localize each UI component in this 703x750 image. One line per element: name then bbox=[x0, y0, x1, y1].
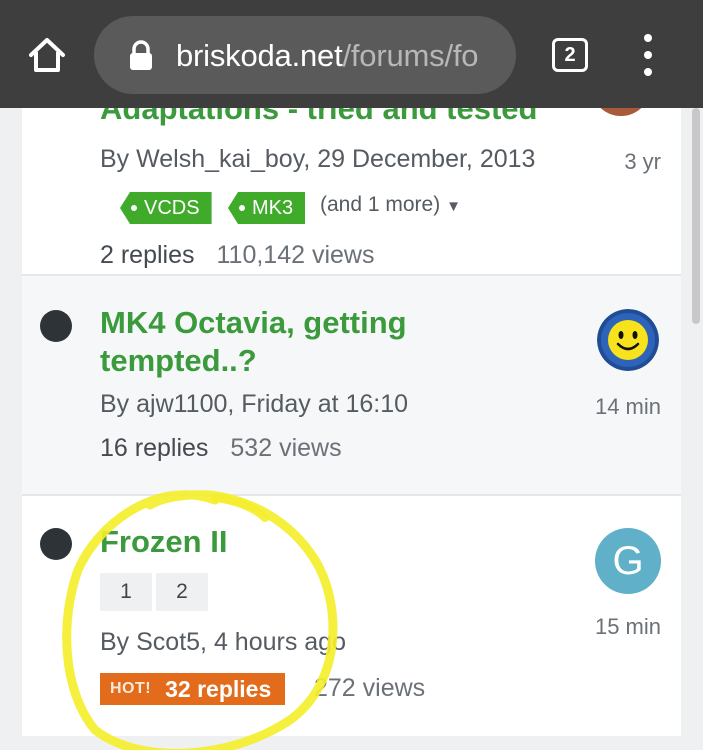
home-button[interactable] bbox=[22, 30, 72, 80]
page-link-1[interactable]: 1 bbox=[100, 573, 152, 611]
views-count: 532 views bbox=[230, 434, 342, 462]
views-count: 110,142 views bbox=[216, 241, 375, 269]
smiley-icon bbox=[597, 309, 659, 371]
tag-mk3[interactable]: MK3 bbox=[228, 192, 306, 224]
browser-toolbar: briskoda.net/forums/fo 2 bbox=[0, 0, 703, 108]
address-bar[interactable]: briskoda.net/forums/fo bbox=[94, 16, 516, 94]
topic-stats: 16 replies 532 views bbox=[100, 434, 342, 463]
topic-stats: 2 replies 110,142 views bbox=[100, 241, 374, 270]
more-tags-toggle[interactable]: (and 1 more) ▼ bbox=[320, 193, 461, 217]
topic-byline: By Scot5, 4 hours ago bbox=[100, 628, 346, 656]
home-icon bbox=[29, 38, 65, 72]
topic-byline: By Welsh_kai_boy, 29 December, 2013 bbox=[100, 145, 536, 173]
scrollbar[interactable] bbox=[692, 108, 700, 324]
replies-count: 2 replies bbox=[100, 241, 195, 269]
tab-switcher-icon[interactable]: 2 bbox=[552, 38, 588, 72]
topic-byline: By ajw1100, Friday at 16:10 bbox=[100, 390, 409, 418]
url-text: briskoda.net/forums/fo bbox=[176, 38, 496, 74]
unread-indicator bbox=[40, 528, 72, 560]
more-tags-label: (and 1 more) bbox=[320, 193, 441, 216]
chevron-down-icon: ▼ bbox=[446, 198, 461, 215]
last-post-time[interactable]: 15 min bbox=[595, 614, 661, 640]
avatar[interactable] bbox=[591, 108, 651, 116]
last-post-time[interactable]: 14 min bbox=[595, 394, 661, 420]
topic-title[interactable]: Adaptations - tried and tested bbox=[100, 108, 537, 128]
replies-count: 32 replies bbox=[165, 675, 272, 702]
overflow-menu-icon[interactable] bbox=[636, 34, 660, 76]
topic-row[interactable]: Frozen II G 1 2 By Scot5, 4 hours ago 15… bbox=[22, 496, 681, 736]
unread-indicator bbox=[40, 310, 72, 342]
hot-replies-badge: HOT! 32 replies bbox=[100, 673, 286, 705]
last-post-time[interactable]: 3 yr bbox=[624, 149, 661, 175]
avatar[interactable]: G bbox=[595, 528, 661, 594]
lock-icon bbox=[130, 40, 152, 70]
url-domain: briskoda.net bbox=[176, 38, 343, 73]
topic-row[interactable]: MK4 Octavia, getting tempted..? By ajw11… bbox=[22, 276, 681, 494]
replies-count: 16 replies bbox=[100, 434, 209, 462]
forum-topic-list-page: Adaptations - tried and tested By Welsh_… bbox=[0, 108, 703, 750]
page-link-2[interactable]: 2 bbox=[156, 573, 208, 611]
topic-title[interactable]: Frozen II bbox=[100, 523, 227, 561]
topic-row[interactable]: Adaptations - tried and tested By Welsh_… bbox=[22, 108, 681, 274]
topic-stats: 272 views bbox=[314, 674, 425, 703]
smiley-avatar[interactable] bbox=[597, 309, 659, 371]
url-path: /forums/fo bbox=[342, 38, 479, 73]
tag-vcds[interactable]: VCDS bbox=[120, 192, 212, 224]
avatar-letter: G bbox=[612, 538, 644, 583]
views-count: 272 views bbox=[314, 674, 426, 702]
tab-count: 2 bbox=[564, 43, 576, 66]
topic-title[interactable]: MK4 Octavia, getting tempted..? bbox=[100, 304, 460, 380]
hot-label: HOT! bbox=[110, 680, 152, 697]
